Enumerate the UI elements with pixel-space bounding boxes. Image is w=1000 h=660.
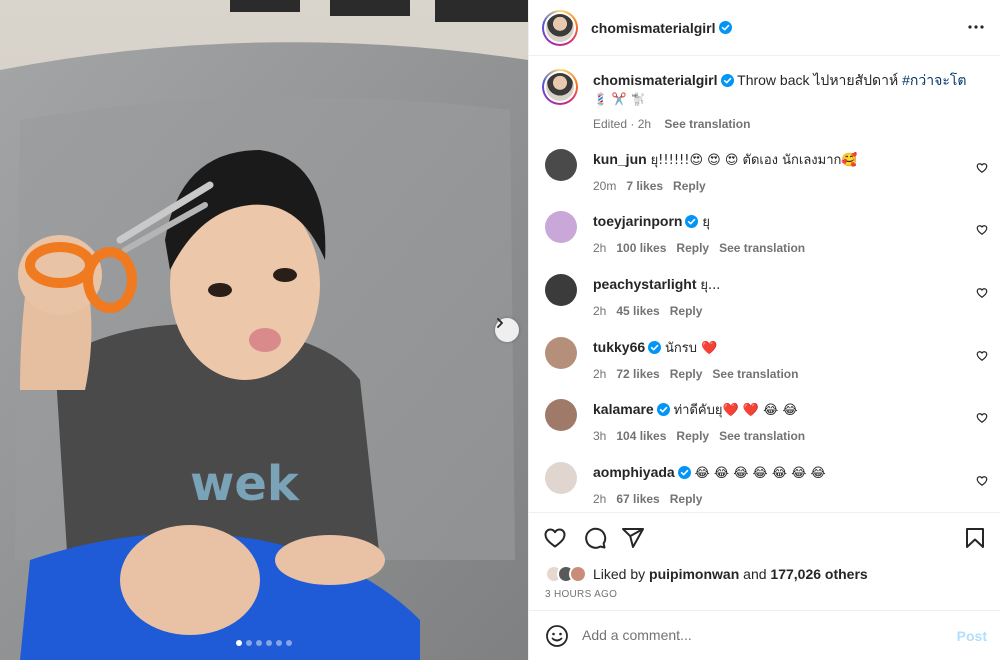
- liked-by[interactable]: Liked by puipimonwan and 177,026 others: [545, 565, 868, 583]
- carousel-next-button[interactable]: [495, 318, 519, 342]
- comment-reply-button[interactable]: Reply: [670, 492, 703, 506]
- commenter-avatar[interactable]: [545, 211, 577, 243]
- carousel-dot: [276, 640, 282, 646]
- caption-emoji: 💈 ✂️ 🐩: [593, 92, 646, 106]
- comments-list[interactable]: chomismaterialgirl Throw back ไปหายสัปดา…: [529, 57, 1000, 512]
- verified-badge-icon: [648, 341, 662, 354]
- post-photo[interactable]: wek: [0, 0, 528, 660]
- heart-icon[interactable]: [543, 526, 567, 550]
- commenter-username[interactable]: toeyjarinporn: [593, 213, 682, 229]
- comment-likes[interactable]: 100 likes: [616, 241, 666, 255]
- comment-likes[interactable]: 67 likes: [616, 492, 659, 506]
- comment-like-heart-icon[interactable]: [976, 287, 988, 299]
- comment-text: ท่าดีคับยุ❤️ ❤️ 😂 😂: [673, 403, 798, 418]
- comment-reply-button[interactable]: Reply: [676, 241, 709, 255]
- carousel-indicator: [0, 640, 528, 646]
- add-comment-bar: Post: [529, 610, 1000, 660]
- carousel-dot-active: [236, 640, 242, 646]
- comment-like-heart-icon[interactable]: [976, 162, 988, 174]
- carousel-dot: [266, 640, 272, 646]
- comment-reply-button[interactable]: Reply: [676, 429, 709, 443]
- comment-reply-button[interactable]: Reply: [673, 179, 706, 193]
- comment-like-heart-icon[interactable]: [976, 224, 988, 236]
- comment-text: ยุ!!!!!!😍 😍 😍 ตัดเอง นักเลงมาก🥰: [650, 153, 858, 168]
- comment-likes[interactable]: 45 likes: [616, 304, 659, 318]
- caption-author-username[interactable]: chomismaterialgirl: [593, 72, 718, 88]
- commenter-avatar[interactable]: [545, 462, 577, 494]
- commenter-username[interactable]: peachystarlight: [593, 276, 696, 292]
- comment-time: 3h: [593, 429, 607, 443]
- comment-see-translation[interactable]: See translation: [719, 241, 805, 255]
- comment-time: 20m: [593, 179, 617, 193]
- comment-likes[interactable]: 72 likes: [616, 367, 659, 381]
- more-options-icon[interactable]: [967, 18, 985, 36]
- caption-text: Throw back ไปหายสัปดาห์: [737, 72, 899, 88]
- author-username[interactable]: chomismaterialgirl: [591, 20, 716, 36]
- comment-time: 2h: [593, 304, 607, 318]
- emoji-icon[interactable]: [545, 624, 569, 648]
- comment-reply-button[interactable]: Reply: [670, 367, 703, 381]
- comment-see-translation[interactable]: See translation: [719, 429, 805, 443]
- post-side-panel: chomismaterialgirl chomismaterialgirl Th…: [528, 0, 1000, 660]
- comment-like-heart-icon[interactable]: [976, 350, 988, 362]
- commenter-avatar[interactable]: [545, 399, 577, 431]
- commenter-username[interactable]: aomphiyada: [593, 464, 675, 480]
- comment-like-heart-icon[interactable]: [976, 475, 988, 487]
- commenter-avatar[interactable]: [545, 274, 577, 306]
- commenter-username[interactable]: kalamare: [593, 401, 654, 417]
- verified-badge-icon: [720, 74, 734, 87]
- carousel-dot: [256, 640, 262, 646]
- comment-text: ยุ...: [700, 278, 721, 293]
- comment-like-heart-icon[interactable]: [976, 412, 988, 424]
- post-header: chomismaterialgirl: [529, 0, 1000, 56]
- bookmark-icon[interactable]: [963, 526, 987, 550]
- comment-see-translation[interactable]: See translation: [712, 367, 798, 381]
- comment-text: ยุ: [702, 215, 710, 230]
- liked-by-prefix: Liked by: [593, 566, 646, 582]
- carousel-dot: [246, 640, 252, 646]
- comment-likes[interactable]: 7 likes: [626, 179, 663, 193]
- comment-time: 2h: [593, 241, 607, 255]
- liked-by-and: and: [743, 566, 767, 582]
- liked-by-others[interactable]: 177,026 others: [770, 566, 867, 582]
- verified-badge-icon: [656, 403, 670, 416]
- liker-avatar: [569, 565, 587, 583]
- comment-input[interactable]: [582, 627, 922, 643]
- post-timestamp[interactable]: 3 HOURS AGO: [545, 589, 617, 600]
- comment-icon[interactable]: [583, 526, 607, 550]
- caption-see-translation[interactable]: See translation: [664, 117, 750, 131]
- caption-edited-time: Edited · 2h: [593, 117, 652, 131]
- post-actions: Liked by puipimonwan and 177,026 others …: [529, 512, 1000, 610]
- caption-hashtag[interactable]: #กว่าจะโต: [902, 72, 966, 88]
- comment-text: นักรบ ❤️: [665, 341, 718, 356]
- verified-badge-icon: [685, 215, 699, 228]
- comment-time: 2h: [593, 367, 607, 381]
- comment-likes[interactable]: 104 likes: [616, 429, 666, 443]
- share-icon[interactable]: [621, 526, 645, 550]
- liked-by-user[interactable]: puipimonwan: [649, 566, 739, 582]
- svg-text:wek: wek: [190, 456, 300, 512]
- commenter-username[interactable]: tukky66: [593, 339, 645, 355]
- comment-text: 😂 😂 😂 😂 😂 😂 😂: [694, 466, 826, 481]
- post-comment-button[interactable]: Post: [957, 628, 987, 644]
- caption-author-avatar[interactable]: [542, 69, 578, 105]
- photo-illustration: wek: [0, 0, 528, 660]
- verified-badge-icon: [677, 466, 691, 479]
- commenter-avatar[interactable]: [545, 149, 577, 181]
- verified-badge-icon: [718, 21, 732, 34]
- commenter-username[interactable]: kun_jun: [593, 151, 647, 167]
- author-avatar[interactable]: [542, 9, 578, 46]
- carousel-dot: [286, 640, 292, 646]
- comment-time: 2h: [593, 492, 607, 506]
- commenter-avatar[interactable]: [545, 337, 577, 369]
- chevron-right-icon: [497, 318, 503, 328]
- comment-reply-button[interactable]: Reply: [670, 304, 703, 318]
